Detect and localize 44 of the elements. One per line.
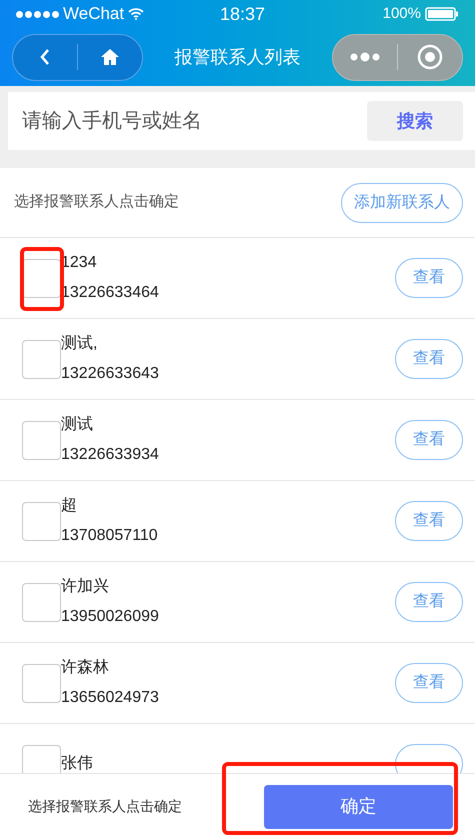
contact-name: 超 <box>61 496 78 516</box>
contact-phone: 13226633934 <box>61 445 160 465</box>
view-button[interactable]: 查看 <box>395 420 463 460</box>
checkbox[interactable] <box>22 258 61 298</box>
annotation-box <box>20 247 64 311</box>
view-button[interactable]: 查看 <box>395 582 463 622</box>
contact-phone: 13950026099 <box>61 607 160 627</box>
checkbox[interactable] <box>22 502 61 540</box>
contact-phone: 13226633464 <box>61 283 160 303</box>
view-button[interactable]: 查看 <box>395 663 463 703</box>
footer-instruction: 选择报警联系人点击确定 <box>28 797 183 816</box>
checkbox[interactable] <box>22 582 61 622</box>
wifi-icon <box>128 8 144 20</box>
contact-phone: 13708057110 <box>61 526 159 546</box>
search-bar[interactable]: 请输入手机号或姓名 搜索 <box>8 92 475 150</box>
page-title: 报警联系人列表 <box>174 46 302 68</box>
confirm-button[interactable]: 确定 <box>264 784 453 828</box>
battery-level: 100% <box>382 4 421 24</box>
contact-phone: 13226633643 <box>61 364 160 384</box>
battery-icon <box>425 7 459 21</box>
home-icon <box>100 48 120 66</box>
carrier-label: WeChat <box>63 3 124 26</box>
view-button[interactable]: 查看 <box>395 501 463 541</box>
contact-name: 许加兴 <box>61 576 110 597</box>
checkbox[interactable] <box>22 420 61 460</box>
clock-text: 18:37 <box>218 2 266 26</box>
contact-phone: 13656024973 <box>61 688 160 708</box>
checkbox[interactable] <box>22 340 61 378</box>
contact-name: 张伟 <box>61 754 94 773</box>
add-contact-button[interactable]: 添加新联系人 <box>341 182 463 222</box>
checkbox[interactable] <box>22 744 61 773</box>
contact-name: 1234 <box>61 253 98 273</box>
record-icon <box>417 44 443 70</box>
back-icon <box>39 48 51 66</box>
more-icon <box>349 52 381 62</box>
contact-name: 测试, <box>61 334 98 354</box>
search-button[interactable]: 搜索 <box>367 101 463 141</box>
contact-name: 测试 <box>61 414 94 435</box>
instruction-text: 选择报警联系人点击确定 <box>14 192 180 212</box>
contact-name: 许森林 <box>61 658 110 678</box>
view-button[interactable]: 查看 <box>395 339 463 379</box>
view-button[interactable]: 查看 <box>395 258 463 298</box>
signal-icon <box>16 10 59 18</box>
checkbox[interactable] <box>22 664 61 702</box>
